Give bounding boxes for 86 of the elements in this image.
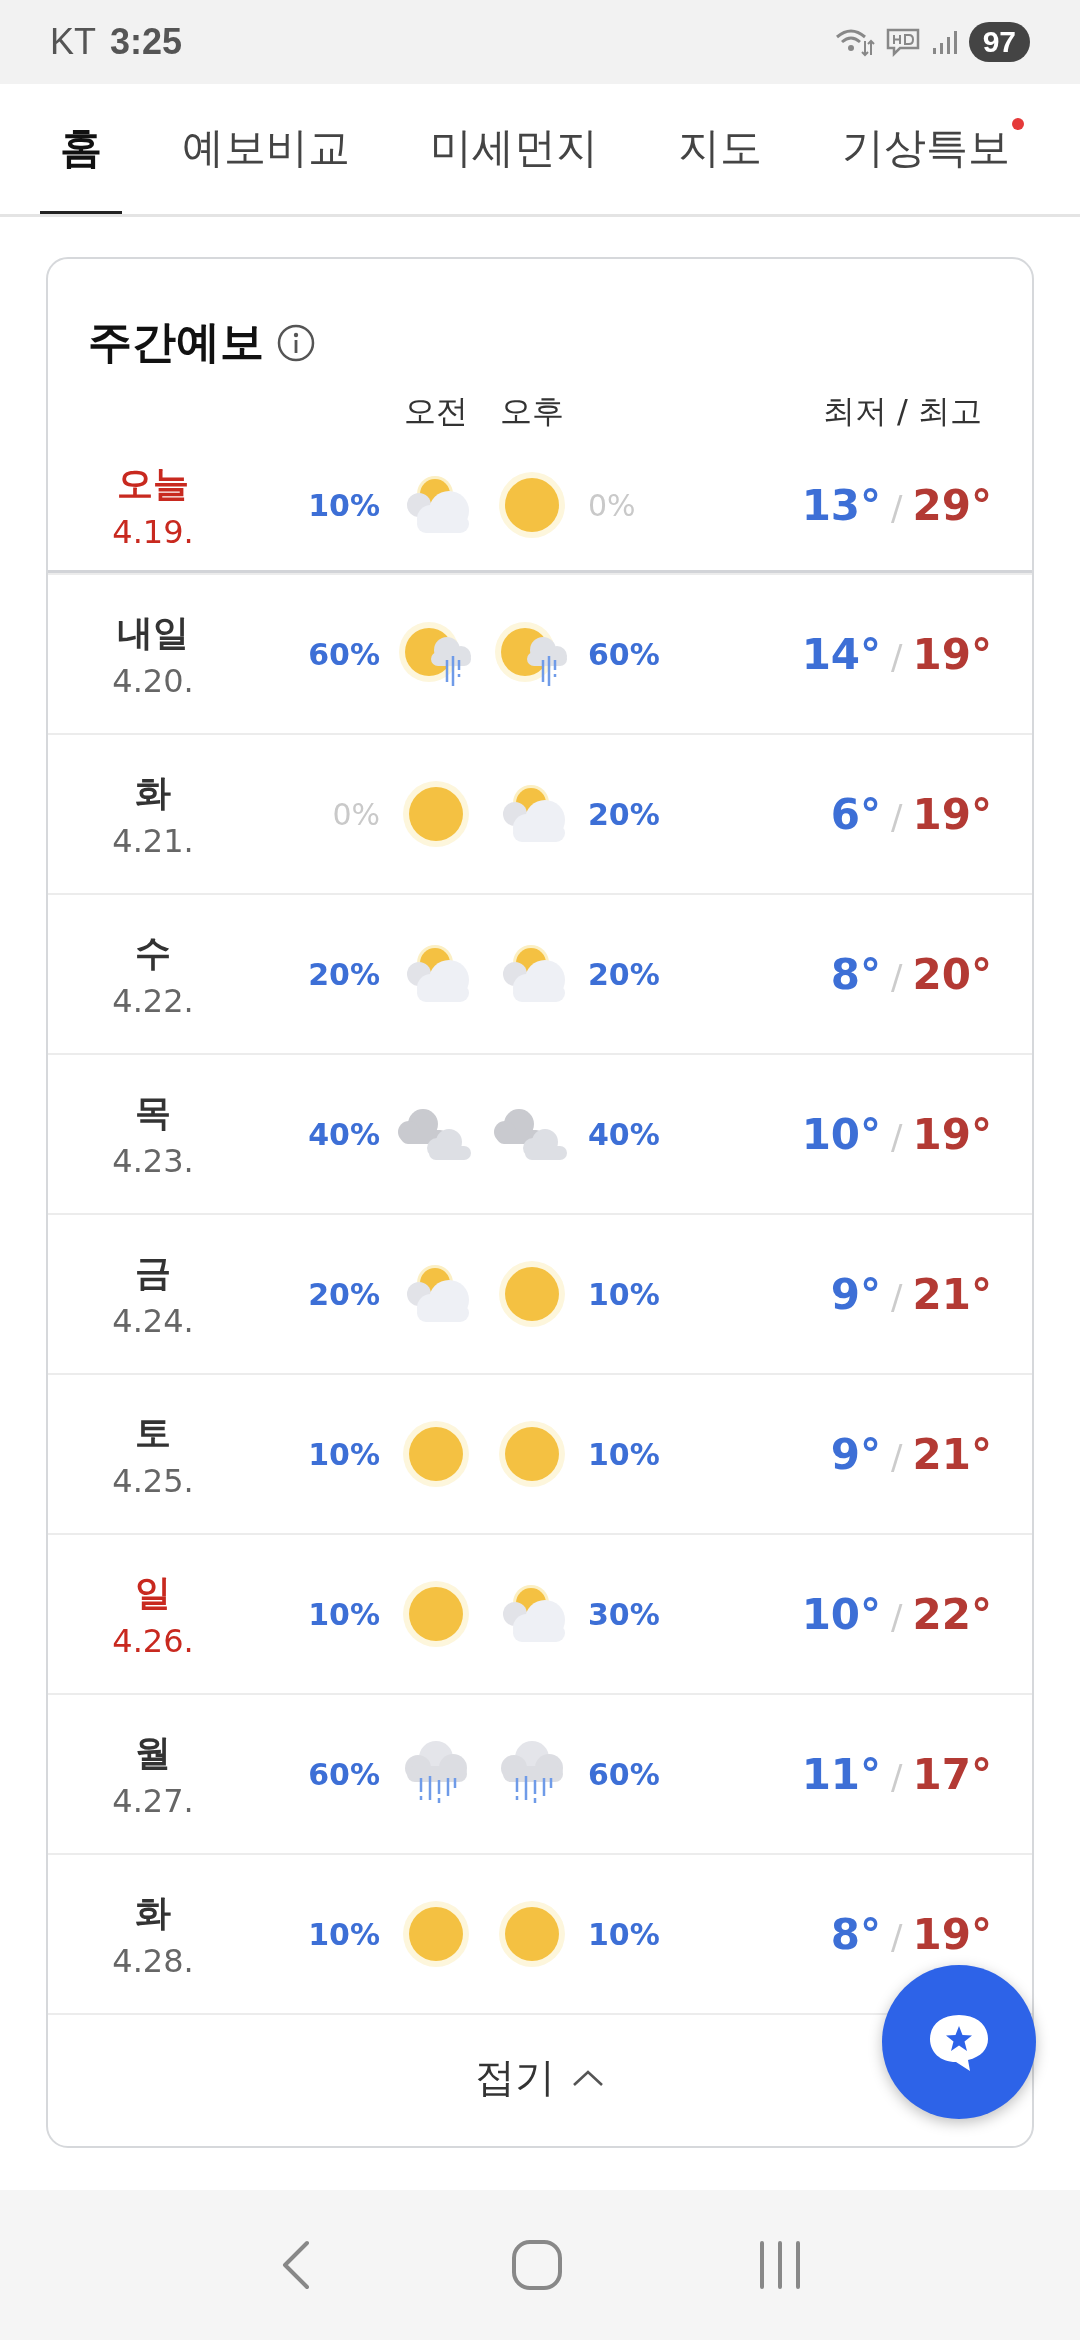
collapse-button[interactable]: 접기: [469, 2049, 611, 2106]
low-temperature: 8°: [830, 949, 882, 999]
home-icon[interactable]: [510, 2238, 564, 2292]
low-temperature: 8°: [830, 1909, 882, 1959]
low-temperature: 10°: [801, 1589, 882, 1639]
high-temperature: 29°: [912, 480, 992, 530]
day-label: 수: [135, 930, 171, 975]
hd-voice-icon: [884, 27, 921, 57]
day-label: 목: [135, 1090, 171, 1135]
precipitation-chance: 40%: [307, 1116, 381, 1152]
high-temperature: 19°: [912, 1909, 992, 1959]
high-temperature: 22°: [912, 1589, 992, 1639]
high-temperature: 19°: [912, 789, 992, 839]
date-label: 4.24.: [112, 1301, 194, 1340]
separator-slash: /: [891, 796, 903, 837]
carrier-label: KT: [50, 21, 96, 63]
date-label: 4.22.: [112, 981, 194, 1020]
high-temperature: 20°: [912, 949, 992, 999]
separator-slash: /: [891, 1116, 903, 1157]
precipitation-chance: 10%: [307, 1436, 381, 1472]
day-label: 토: [135, 1410, 171, 1455]
precipitation-chance: 40%: [587, 1116, 661, 1152]
tab[interactable]: 홈: [40, 84, 122, 214]
day-label: 내일: [117, 610, 189, 655]
separator-slash: /: [891, 636, 903, 677]
date-label: 4.21.: [112, 821, 194, 860]
column-header: 오후: [499, 391, 565, 432]
date-label: 4.25.: [112, 1461, 194, 1500]
day-label: 월: [135, 1730, 171, 1775]
separator-slash: /: [891, 1276, 903, 1317]
precipitation-chance: 30%: [587, 1596, 661, 1632]
precipitation-chance: 20%: [307, 956, 381, 992]
separator-slash: /: [891, 1436, 903, 1477]
date-label: 4.23.: [112, 1141, 194, 1180]
date-label: 4.20.: [112, 661, 194, 700]
battery-level: 97: [968, 22, 1030, 62]
low-temperature: 11°: [801, 1749, 882, 1799]
separator-slash: /: [891, 1916, 903, 1957]
wifi-icon: [834, 27, 875, 57]
precipitation-chance: 60%: [587, 1756, 661, 1792]
date-label: 4.26.: [112, 1621, 194, 1660]
info-icon[interactable]: [276, 322, 316, 363]
tab[interactable]: 기상특보: [822, 84, 1030, 214]
day-label: 일: [135, 1570, 171, 1615]
day-label: 오늘: [117, 461, 189, 506]
column-header: 최저 / 최고: [821, 391, 983, 432]
separator-slash: /: [891, 1756, 903, 1797]
high-temperature: 17°: [912, 1749, 992, 1799]
tab[interactable]: 미세먼지: [410, 84, 618, 214]
precipitation-chance: 20%: [587, 956, 661, 992]
precipitation-chance: 20%: [587, 796, 661, 832]
low-temperature: 14°: [801, 629, 882, 679]
low-temperature: 9°: [830, 1429, 882, 1479]
separator-slash: /: [891, 1596, 903, 1637]
separator-slash: /: [891, 487, 903, 528]
precipitation-chance: 10%: [587, 1276, 661, 1312]
separator-slash: /: [891, 956, 903, 997]
precipitation-chance: 10%: [307, 1916, 381, 1952]
precipitation-chance: 60%: [307, 1756, 381, 1792]
precipitation-chance: 60%: [587, 636, 661, 672]
clock: 3:25: [110, 21, 183, 63]
precipitation-chance: 20%: [307, 1276, 381, 1312]
tab[interactable]: 예보비교: [162, 84, 370, 214]
precipitation-chance: 10%: [307, 1596, 381, 1632]
day-label: 화: [135, 1890, 171, 1935]
low-temperature: 10°: [801, 1109, 882, 1159]
low-temperature: 9°: [830, 1269, 882, 1319]
precipitation-chance: 10%: [587, 1436, 661, 1472]
tab[interactable]: 지도: [658, 84, 782, 214]
low-temperature: 13°: [801, 480, 882, 530]
date-label: 4.27.: [112, 1781, 194, 1820]
card-title: 주간예보: [88, 315, 264, 369]
day-label: 금: [135, 1250, 171, 1295]
precipitation-chance: 60%: [307, 636, 381, 672]
column-header: 오전: [403, 391, 469, 432]
high-temperature: 19°: [912, 1109, 992, 1159]
date-label: 4.19.: [112, 512, 194, 551]
signal-icon: [930, 28, 959, 56]
precipitation-chance: 10%: [307, 487, 381, 523]
day-label: 화: [135, 770, 171, 815]
high-temperature: 19°: [912, 629, 992, 679]
date-label: 4.28.: [112, 1941, 194, 1980]
high-temperature: 21°: [912, 1429, 992, 1479]
high-temperature: 21°: [912, 1269, 992, 1319]
precipitation-chance: 10%: [587, 1916, 661, 1952]
low-temperature: 6°: [830, 789, 882, 839]
